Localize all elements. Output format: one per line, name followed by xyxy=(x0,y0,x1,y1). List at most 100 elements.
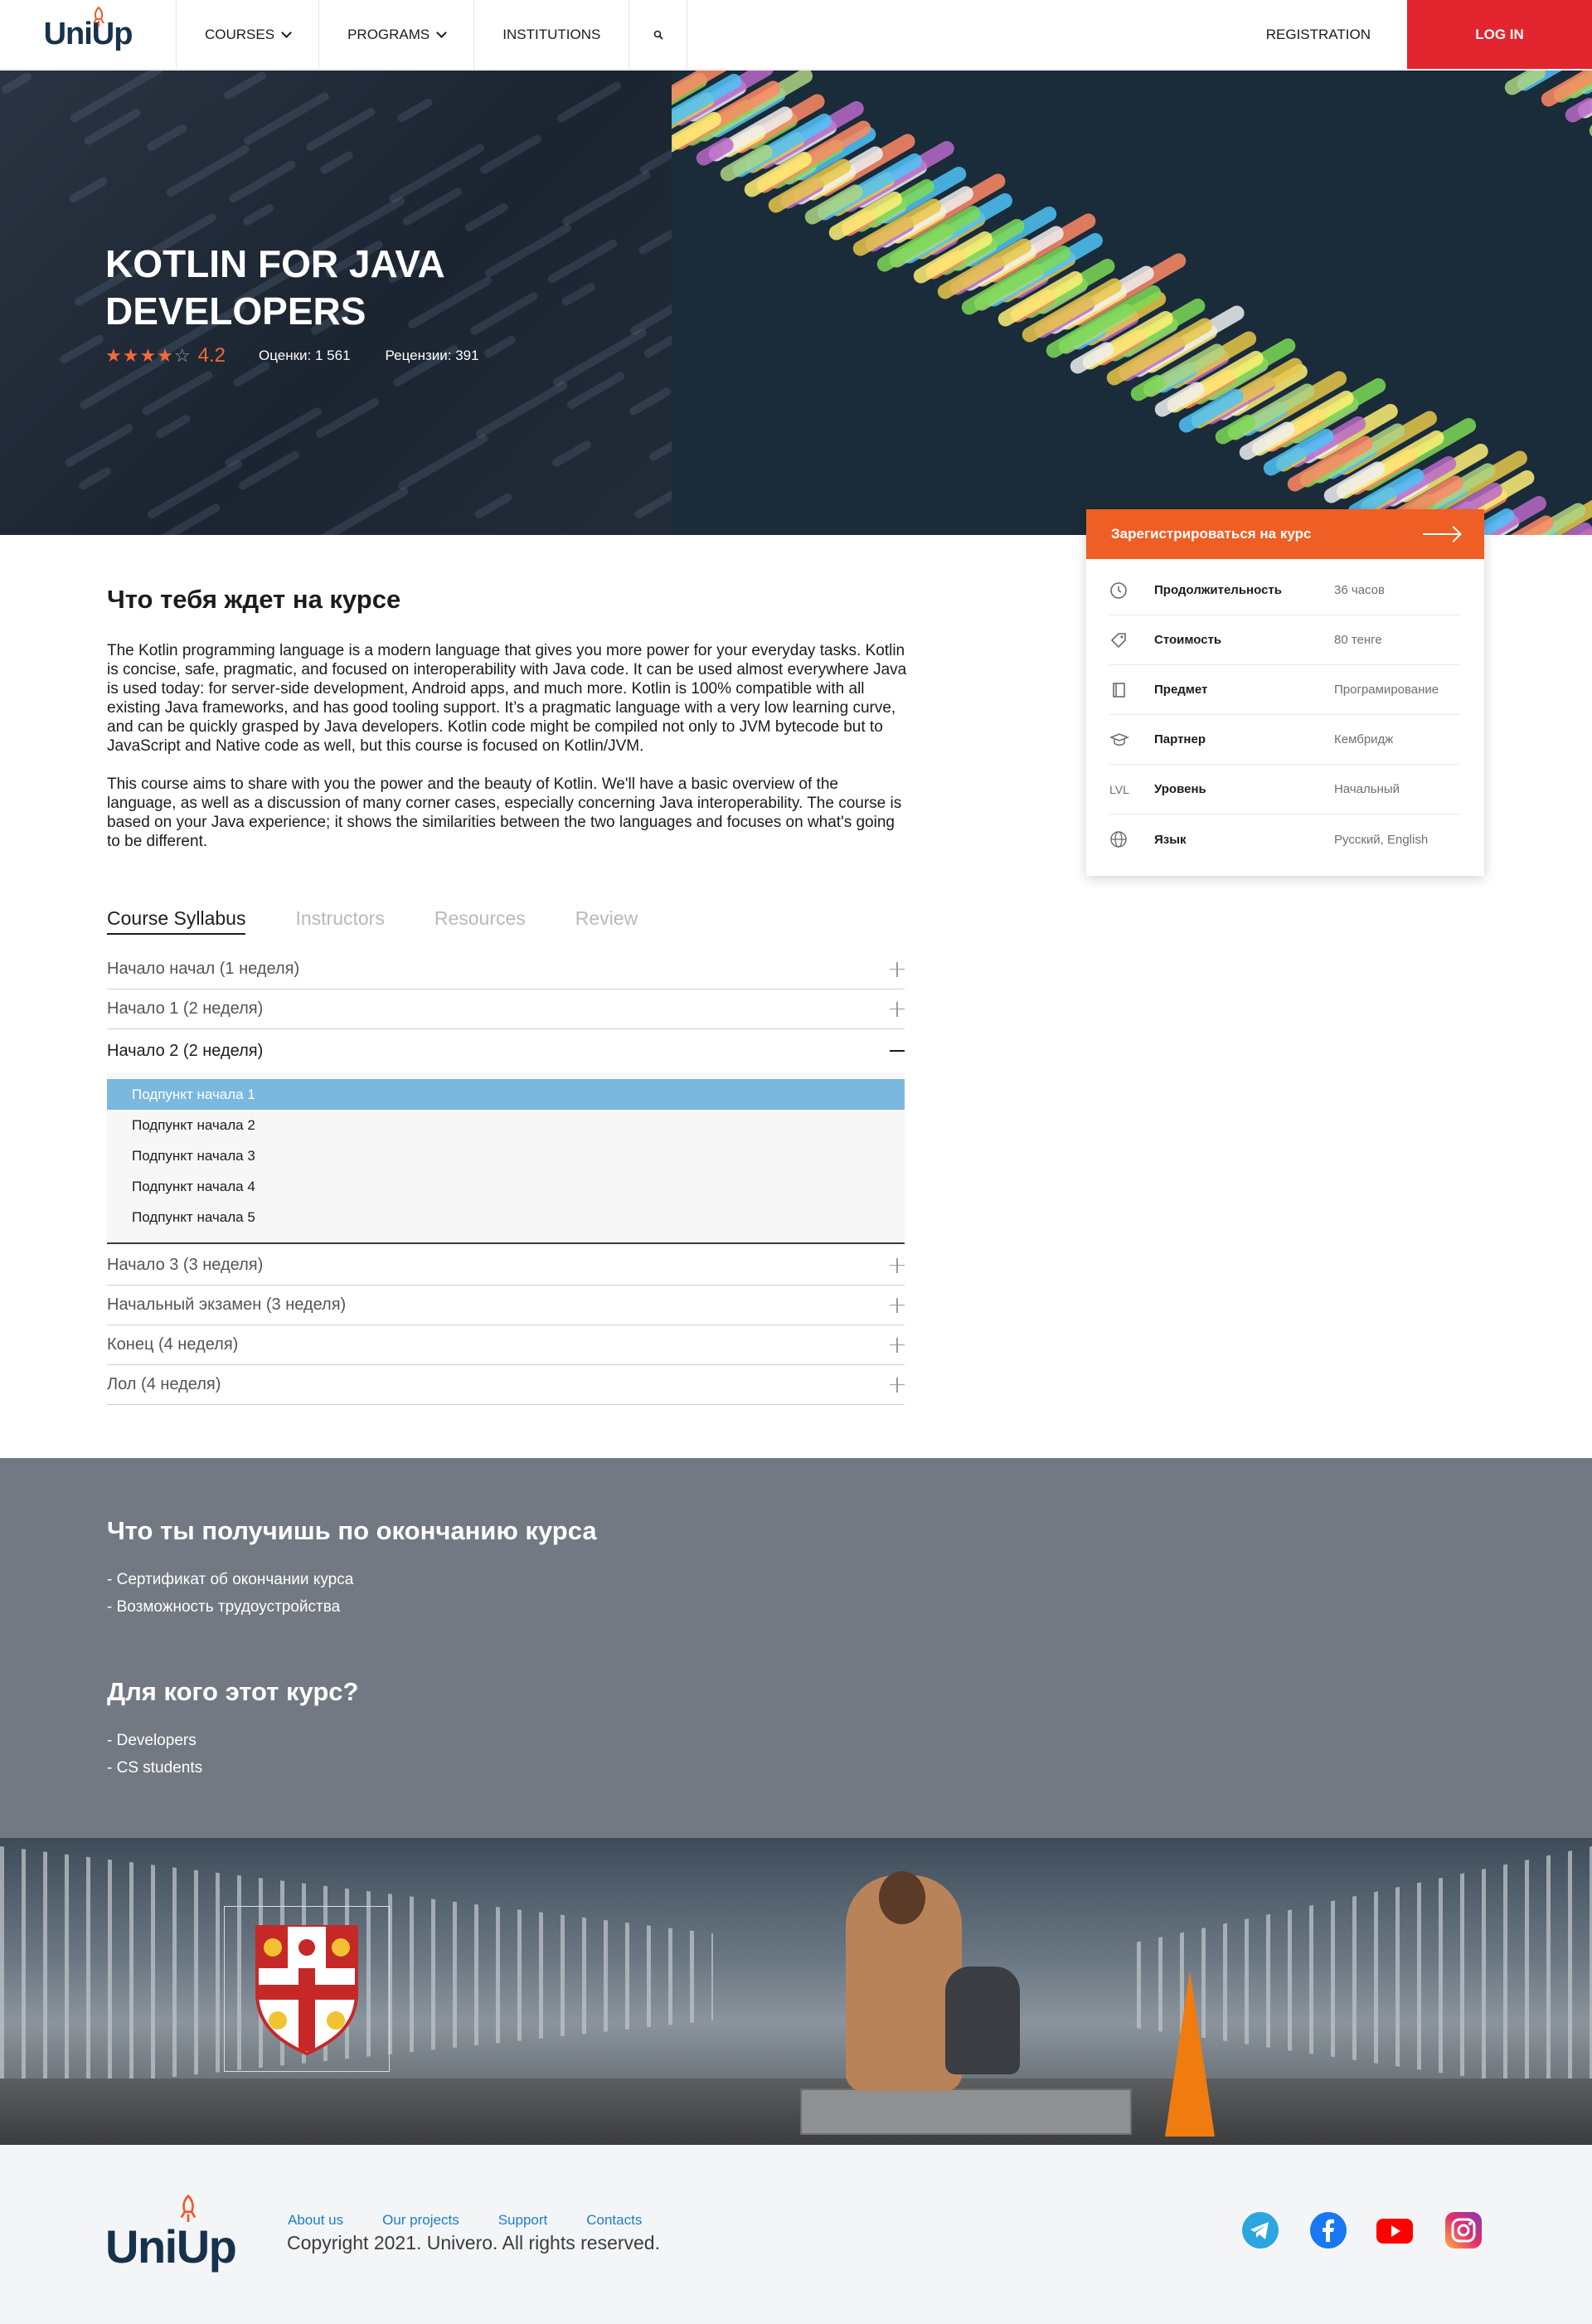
code-texture-stroke xyxy=(69,70,164,124)
tab-review[interactable]: Review xyxy=(575,907,638,935)
login-button[interactable]: LOG IN xyxy=(1407,0,1592,69)
nav-courses[interactable]: COURSES xyxy=(177,0,320,69)
info-label: Партнер xyxy=(1154,732,1206,746)
code-texture-stroke xyxy=(63,422,135,469)
syllabus-item[interactable]: Начало 3 (3 неделя) xyxy=(107,1246,905,1286)
price-tag-icon xyxy=(1109,631,1154,649)
syllabus-subitem[interactable]: Подпункт начала 2 xyxy=(107,1110,905,1140)
syllabus-item[interactable]: Начало начал (1 неделя) xyxy=(107,950,905,989)
syllabus-subitem[interactable]: Подпункт начала 1 xyxy=(107,1079,905,1110)
info-row-price: Стоимость 80 тенге xyxy=(1109,615,1459,665)
syllabus-subitem[interactable]: Подпункт начала 3 xyxy=(107,1140,905,1171)
bench xyxy=(800,2088,1132,2135)
syllabus-item-label: Конец (4 неделя) xyxy=(107,1335,239,1354)
description-paragraph-1: The Kotlin programming language is a mod… xyxy=(107,642,907,755)
code-texture-stroke xyxy=(0,70,33,95)
minus-icon xyxy=(890,1050,905,1052)
code-texture-stroke xyxy=(473,492,514,520)
copyright: Copyright 2021. Univero. All rights rese… xyxy=(287,2232,660,2254)
course-description: The Kotlin programming language is a mod… xyxy=(107,641,907,870)
code-texture-stroke xyxy=(58,333,105,366)
instagram-icon[interactable] xyxy=(1445,2212,1482,2249)
info-value: 36 часов xyxy=(1334,583,1385,597)
syllabus-subitem[interactable]: Подпункт начала 4 xyxy=(107,1171,905,1202)
plus-icon xyxy=(890,1001,905,1017)
code-texture-stroke xyxy=(396,96,434,124)
syllabus-item-expanded[interactable]: Начало 2 (2 неделя) xyxy=(107,1029,905,1072)
audience-list: Developers CS students xyxy=(107,1727,203,1782)
student-head xyxy=(879,1871,925,1924)
tab-instructors[interactable]: Instructors xyxy=(295,907,384,935)
footer-link-support[interactable]: Support xyxy=(498,2212,548,2229)
plus-icon xyxy=(890,961,905,977)
code-texture-stroke xyxy=(154,413,192,440)
book-icon xyxy=(1109,681,1154,699)
code-texture-stroke xyxy=(227,158,298,205)
code-texture-stroke xyxy=(319,485,410,535)
nav-programs-label: PROGRAMS xyxy=(347,26,430,42)
logo[interactable]: UniUp xyxy=(0,0,177,69)
outcomes-heading: Что ты получишь по окончанию курса xyxy=(107,1516,597,1545)
code-texture-stroke xyxy=(314,396,381,440)
course-benefits-section: Что ты получишь по окончанию курса Серти… xyxy=(0,1458,1592,1838)
info-row-language: Язык Русский, English xyxy=(1109,814,1459,864)
chevron-down-icon xyxy=(281,27,292,38)
globe-icon xyxy=(1109,830,1154,848)
plus-icon xyxy=(890,1297,905,1313)
facebook-icon[interactable] xyxy=(1310,2212,1347,2249)
code-texture-stroke xyxy=(473,380,570,440)
syllabus-item[interactable]: Начало 1 (2 неделя) xyxy=(107,989,905,1029)
footer-link-about[interactable]: About us xyxy=(288,2212,343,2229)
syllabus-subitem[interactable]: Подпункт начала 5 xyxy=(107,1202,905,1232)
nav-institutions[interactable]: INSTITUTIONS xyxy=(474,0,630,69)
code-texture-stroke xyxy=(464,202,510,233)
ratings-count: Оценки: 1 561 xyxy=(259,348,351,363)
search-button[interactable] xyxy=(629,0,688,69)
syllabus-item-label: Лол (4 неделя) xyxy=(107,1375,221,1393)
info-value: Кембридж xyxy=(1334,732,1394,746)
reviews-count: Рецензии: 391 xyxy=(385,348,479,363)
enroll-button[interactable]: Зарегистрироваться на курс xyxy=(1086,509,1484,559)
telegram-icon[interactable] xyxy=(1242,2212,1279,2249)
partner-crest-frame[interactable] xyxy=(224,1906,390,2072)
footer-link-projects[interactable]: Our projects xyxy=(382,2212,459,2229)
hero-banner: KOTLIN FOR JAVA DEVELOPERS ★★★★☆ 4.2 Оце… xyxy=(0,70,1592,535)
plus-icon xyxy=(890,1257,905,1273)
code-texture-stroke xyxy=(223,406,323,469)
code-texture-stroke xyxy=(82,107,143,147)
footer-link-contacts[interactable]: Contacts xyxy=(586,2212,642,2229)
backpack xyxy=(945,1967,1020,2074)
code-texture-stroke xyxy=(551,439,593,469)
nav-programs[interactable]: PROGRAMS xyxy=(319,0,475,69)
code-texture-stroke xyxy=(637,228,677,256)
syllabus-item[interactable]: Конец (4 неделя) xyxy=(107,1325,905,1365)
info-row-subject: Предмет Програмирование xyxy=(1109,665,1459,715)
rating-value: 4.2 xyxy=(197,344,226,367)
youtube-icon[interactable] xyxy=(1376,2212,1413,2249)
registration-button[interactable]: REGISTRATION xyxy=(1230,0,1407,69)
description-paragraph-2: This course aims to share with you the p… xyxy=(107,775,902,850)
code-texture-stroke xyxy=(241,202,275,227)
code-texture-stroke xyxy=(222,70,268,101)
syllabus-item[interactable]: Лол (4 неделя) xyxy=(107,1365,905,1405)
syllabus-item[interactable]: Начальный экзамен (3 неделя) xyxy=(107,1286,905,1325)
nav-institutions-label: INSTITUTIONS xyxy=(502,26,601,42)
list-item: Сертификат об окончании курса xyxy=(107,1566,354,1593)
logo-text: UniUp xyxy=(43,17,133,51)
plus-icon xyxy=(890,1337,905,1353)
code-texture-stroke xyxy=(77,465,113,492)
info-label: Предмет xyxy=(1154,683,1208,697)
syllabus-item-label: Начало 2 (2 неделя) xyxy=(107,1041,264,1060)
traffic-cone xyxy=(1165,1971,1215,2137)
pier-deck xyxy=(0,2078,1592,2145)
syllabus-subitems: Подпункт начала 1 Подпункт начала 2 Подп… xyxy=(107,1072,905,1244)
footer-logo[interactable]: UniUp xyxy=(105,2219,237,2273)
rocket-icon xyxy=(93,7,104,27)
code-texture-stroke xyxy=(396,432,490,492)
syllabus-item-label: Начало 3 (3 неделя) xyxy=(107,1256,264,1274)
info-row-partner: Партнер Кембридж xyxy=(1109,715,1459,765)
info-row-level: LVL Уровень Начальный xyxy=(1109,765,1459,814)
info-row-duration: Продолжительность 36 часов xyxy=(1109,566,1459,615)
tab-resources[interactable]: Resources xyxy=(434,907,526,935)
tab-course-syllabus[interactable]: Course Syllabus xyxy=(107,907,246,935)
